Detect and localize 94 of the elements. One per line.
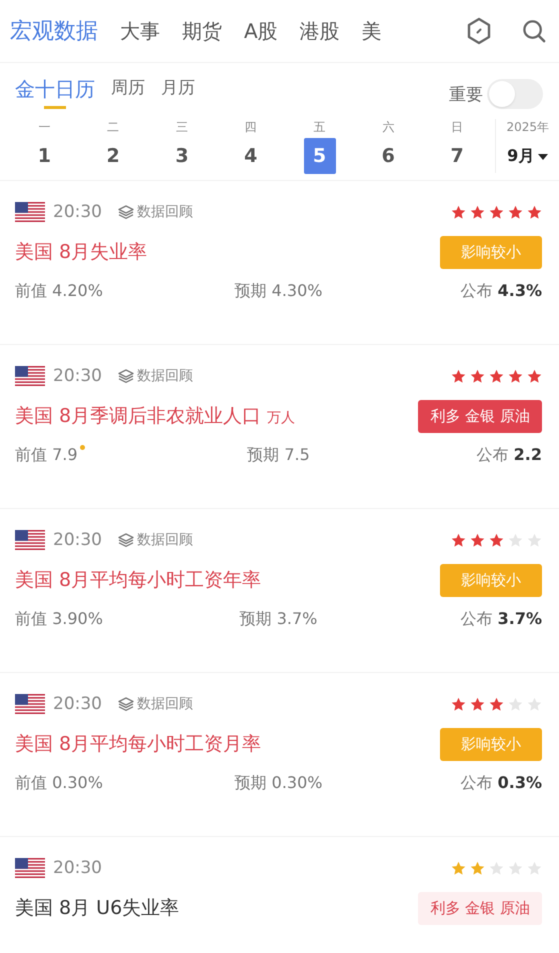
impact-tag: 影响较小 bbox=[440, 728, 542, 760]
important-toggle[interactable] bbox=[487, 79, 543, 109]
data-review-link[interactable]: 数据回顾 bbox=[118, 531, 193, 549]
star-icon bbox=[489, 860, 504, 876]
caret-icon bbox=[538, 154, 548, 160]
star-icon bbox=[508, 204, 523, 220]
actual-value: 公布 3.7% bbox=[460, 609, 542, 630]
star-icon bbox=[508, 696, 523, 712]
star-icon bbox=[508, 860, 523, 876]
actual-value: 公布 2.2 bbox=[476, 445, 542, 466]
day-number[interactable]: 1 bbox=[28, 138, 60, 174]
flag-icon bbox=[15, 694, 45, 714]
star-icon bbox=[451, 368, 466, 384]
day-number[interactable]: 2 bbox=[97, 138, 130, 174]
weekday-label: 五 bbox=[314, 119, 326, 136]
weekday-label: 二 bbox=[107, 119, 120, 136]
nav-tab[interactable]: 美 bbox=[362, 18, 382, 44]
nav-tab[interactable]: 宏观数据 bbox=[10, 16, 98, 46]
data-review-link[interactable]: 数据回顾 bbox=[118, 203, 193, 221]
impact-tag: 影响较小 bbox=[440, 564, 542, 596]
day-number[interactable]: 5 bbox=[304, 138, 336, 174]
forecast-value: 预期 4.30% bbox=[234, 281, 324, 302]
month-picker[interactable]: 9月 bbox=[507, 140, 548, 173]
star-icon bbox=[527, 368, 542, 384]
layers-icon bbox=[118, 533, 134, 547]
previous-value: 前值 4.20% bbox=[15, 281, 104, 302]
event-time: 20:30 bbox=[53, 202, 102, 222]
star-icon bbox=[451, 860, 466, 876]
forecast-value: 预期 0.30% bbox=[234, 773, 324, 794]
previous-value: 前值 3.90% bbox=[15, 609, 104, 630]
event-title[interactable]: 美国 8月平均每小时工资月率 bbox=[15, 731, 262, 757]
star-icon bbox=[527, 204, 542, 220]
star-icon bbox=[470, 204, 485, 220]
impact-tag: 利多 金银 原油 bbox=[418, 892, 542, 924]
previous-value: 前值 0.30% bbox=[15, 773, 104, 794]
star-icon bbox=[470, 860, 485, 876]
weekday-label: 四 bbox=[244, 119, 257, 136]
weekday-label: 日 bbox=[451, 119, 464, 136]
search-icon[interactable] bbox=[522, 18, 547, 44]
event-title[interactable]: 美国 8月 U6失业率 bbox=[15, 895, 180, 921]
nav-tab[interactable]: 大事 bbox=[120, 18, 160, 44]
star-icon bbox=[527, 696, 542, 712]
weekday-label: 三 bbox=[176, 119, 188, 136]
data-review-link[interactable]: 数据回顾 bbox=[118, 367, 193, 385]
star-icon bbox=[489, 204, 504, 220]
star-icon bbox=[470, 532, 485, 548]
calendar-tab[interactable]: 周历 bbox=[111, 76, 145, 105]
event-time: 20:30 bbox=[53, 858, 102, 878]
previous-value: 前值 7.9 bbox=[15, 445, 191, 466]
event-time: 20:30 bbox=[53, 366, 102, 386]
day-number[interactable]: 4 bbox=[234, 138, 267, 174]
nav-tab[interactable]: A股 bbox=[244, 18, 278, 44]
star-icon bbox=[451, 696, 466, 712]
weekday-label: 六 bbox=[382, 119, 394, 136]
event-title[interactable]: 美国 8月平均每小时工资年率 bbox=[15, 567, 262, 593]
day-number[interactable]: 3 bbox=[166, 138, 198, 174]
layers-icon bbox=[118, 369, 134, 383]
star-icon bbox=[508, 532, 523, 548]
flag-icon bbox=[15, 202, 45, 222]
day-number[interactable]: 6 bbox=[372, 138, 404, 174]
event-title[interactable]: 美国 8月季调后非农就业人口 万人 bbox=[15, 403, 296, 429]
layers-icon bbox=[118, 697, 134, 711]
star-icon bbox=[451, 204, 466, 220]
hexagon-icon[interactable] bbox=[466, 17, 492, 45]
forecast-value: 预期 7.5 bbox=[246, 445, 311, 466]
star-icon bbox=[489, 696, 504, 712]
star-icon bbox=[527, 532, 542, 548]
forecast-value: 预期 3.7% bbox=[238, 609, 318, 630]
impact-tag: 影响较小 bbox=[440, 236, 542, 268]
calendar-tab[interactable]: 月历 bbox=[161, 76, 195, 105]
impact-tag: 利多 金银 原油 bbox=[418, 400, 542, 432]
weekday-label: 一 bbox=[38, 119, 50, 136]
data-review-link[interactable]: 数据回顾 bbox=[118, 695, 193, 713]
star-icon bbox=[470, 696, 485, 712]
flag-icon bbox=[15, 530, 45, 550]
layers-icon bbox=[118, 205, 134, 219]
actual-value: 公布 4.3% bbox=[460, 281, 542, 302]
flag-icon bbox=[15, 366, 45, 386]
day-number[interactable]: 7 bbox=[441, 138, 474, 174]
star-icon bbox=[451, 532, 466, 548]
flag-icon bbox=[15, 858, 45, 878]
year-label: 2025年 bbox=[506, 119, 550, 136]
star-icon bbox=[470, 368, 485, 384]
event-time: 20:30 bbox=[53, 530, 102, 550]
event-time: 20:30 bbox=[53, 694, 102, 714]
important-label: 重要 bbox=[449, 84, 483, 106]
nav-tab[interactable]: 期货 bbox=[182, 18, 222, 44]
star-icon bbox=[508, 368, 523, 384]
star-icon bbox=[489, 532, 504, 548]
actual-value: 公布 0.3% bbox=[460, 773, 542, 794]
star-icon bbox=[527, 860, 542, 876]
star-icon bbox=[489, 368, 504, 384]
event-title[interactable]: 美国 8月失业率 bbox=[15, 239, 148, 265]
nav-tab[interactable]: 港股 bbox=[300, 18, 340, 44]
